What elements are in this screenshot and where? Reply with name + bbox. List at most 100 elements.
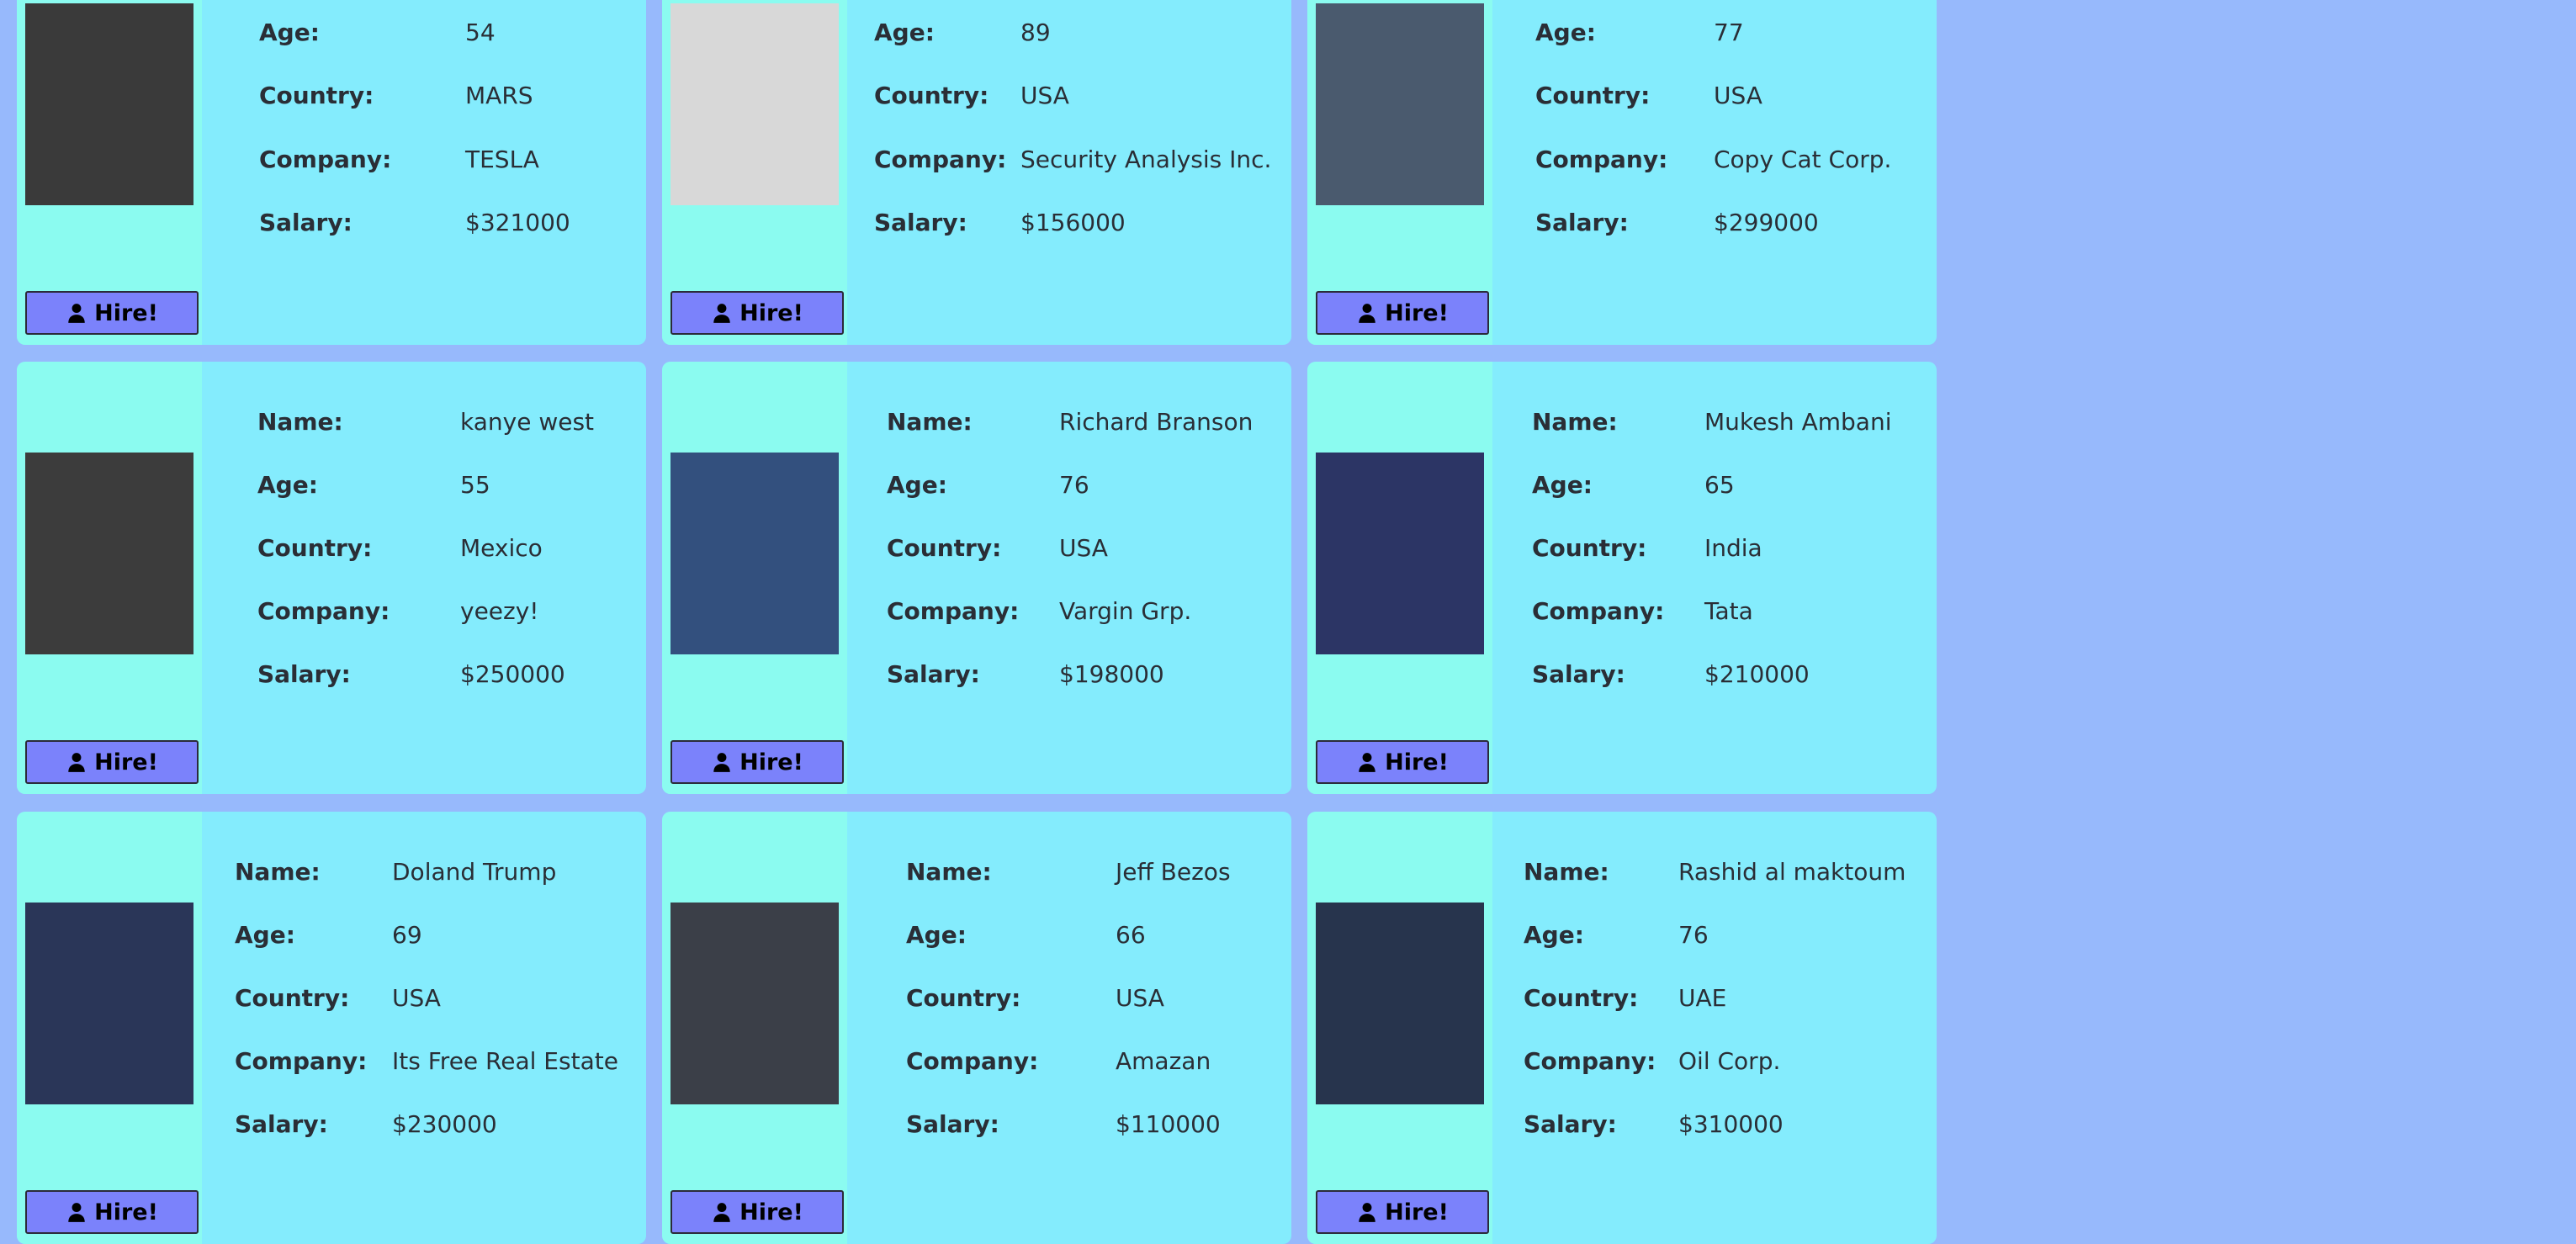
hire-button-label: Hire!	[739, 299, 803, 326]
country-label: Country:	[874, 82, 989, 109]
hire-button[interactable]: Hire!	[25, 740, 199, 784]
company-value: TESLA	[465, 146, 539, 173]
country-label: Country:	[259, 82, 374, 109]
name-label: Name:	[235, 858, 321, 886]
user-icon	[1359, 304, 1375, 323]
name-value: Rashid al maktoum	[1678, 858, 1906, 886]
photo-panel: Hire!	[1307, 362, 1492, 794]
company-value: Copy Cat Corp.	[1714, 146, 1892, 173]
age-value: 54	[465, 19, 496, 46]
salary-value: $321000	[465, 209, 570, 236]
age-value: 65	[1704, 471, 1735, 499]
country-label: Country:	[887, 534, 1002, 562]
salary-label: Salary:	[1532, 660, 1625, 688]
age-value: 66	[1116, 921, 1146, 949]
age-label: Age:	[257, 471, 318, 499]
employee-card: Hire! Name: kanye west Age: 55 Country: Mex…	[17, 362, 646, 794]
user-icon	[713, 753, 730, 772]
country-value: India	[1704, 534, 1762, 562]
age-value: 77	[1714, 19, 1744, 46]
hire-button-label: Hire!	[1385, 1199, 1449, 1225]
employee-photo	[671, 453, 839, 654]
country-value: USA	[1116, 984, 1164, 1012]
name-label: Name:	[1524, 858, 1609, 886]
hire-button[interactable]: Hire!	[25, 1190, 199, 1234]
hire-button[interactable]: Hire!	[1316, 291, 1489, 335]
salary-label: Salary:	[235, 1110, 328, 1138]
user-icon	[1359, 1203, 1375, 1222]
company-label: Company:	[1532, 597, 1665, 625]
country-label: Country:	[1524, 984, 1639, 1012]
salary-label: Salary:	[887, 660, 980, 688]
hire-button-label: Hire!	[94, 299, 158, 326]
country-label: Country:	[1532, 534, 1647, 562]
hire-button-label: Hire!	[94, 1199, 158, 1225]
country-value: USA	[392, 984, 441, 1012]
salary-label: Salary:	[259, 209, 352, 236]
photo-panel: Hire!	[17, 362, 202, 794]
salary-value: $110000	[1116, 1110, 1221, 1138]
company-label: Company:	[259, 146, 392, 173]
salary-label: Salary:	[874, 209, 967, 236]
hire-button-label: Hire!	[739, 1199, 803, 1225]
employee-photo	[25, 453, 193, 654]
photo-panel: Hire!	[17, 812, 202, 1244]
age-label: Age:	[906, 921, 967, 949]
age-label: Age:	[259, 19, 320, 46]
company-value: Vargin Grp.	[1059, 597, 1192, 625]
salary-label: Salary:	[257, 660, 351, 688]
hire-button[interactable]: Hire!	[1316, 740, 1489, 784]
age-label: Age:	[887, 471, 947, 499]
hire-button[interactable]: Hire!	[671, 1190, 844, 1234]
user-icon	[68, 1203, 85, 1222]
country-label: Country:	[906, 984, 1021, 1012]
salary-value: $299000	[1714, 209, 1819, 236]
country-value: Mexico	[460, 534, 543, 562]
hire-button[interactable]: Hire!	[1316, 1190, 1489, 1234]
photo-panel: Hire!	[662, 812, 847, 1244]
user-icon	[68, 753, 85, 772]
age-label: Age:	[874, 19, 935, 46]
name-label: Name:	[1532, 408, 1618, 436]
country-value: USA	[1714, 82, 1762, 109]
salary-value: $198000	[1059, 660, 1164, 688]
hire-button[interactable]: Hire!	[671, 740, 844, 784]
country-value: USA	[1020, 82, 1069, 109]
hire-button[interactable]: Hire!	[25, 291, 199, 335]
company-value: Security Analysis Inc.	[1020, 146, 1272, 173]
employee-photo	[25, 903, 193, 1104]
country-value: MARS	[465, 82, 533, 109]
company-label: Company:	[235, 1047, 368, 1075]
name-value: Doland Trump	[392, 858, 557, 886]
employee-photo	[1316, 903, 1484, 1104]
age-label: Age:	[1532, 471, 1593, 499]
country-label: Country:	[1535, 82, 1651, 109]
hire-button-label: Hire!	[1385, 299, 1449, 326]
photo-panel: Hire!	[662, 0, 847, 345]
age-value: 76	[1059, 471, 1089, 499]
company-value: Tata	[1704, 597, 1753, 625]
salary-value: $310000	[1678, 1110, 1784, 1138]
name-label: Name:	[257, 408, 343, 436]
hire-button-label: Hire!	[739, 749, 803, 776]
company-label: Company:	[1524, 1047, 1656, 1075]
country-label: Country:	[257, 534, 373, 562]
name-value: Mukesh Ambani	[1704, 408, 1892, 436]
employee-card: Hire! Age: 54 Country: MARS Company: TESLA …	[17, 0, 646, 345]
user-icon	[713, 1203, 730, 1222]
salary-label: Salary:	[1535, 209, 1629, 236]
employee-photo	[671, 3, 839, 205]
hire-button[interactable]: Hire!	[671, 291, 844, 335]
country-label: Country:	[235, 984, 350, 1012]
employee-card: Hire! Name: Rashid al maktoum Age: 76 Coun…	[1307, 812, 1937, 1244]
employee-card: Hire! Name: Doland Trump Age: 69 Country: U…	[17, 812, 646, 1244]
age-value: 69	[392, 921, 422, 949]
hire-button-label: Hire!	[94, 749, 158, 776]
employee-card: Hire! Name: Richard Branson Age: 76 Countr…	[662, 362, 1291, 794]
employee-photo	[1316, 453, 1484, 654]
age-value: 89	[1020, 19, 1051, 46]
salary-value: $210000	[1704, 660, 1810, 688]
company-value: yeezy!	[460, 597, 539, 625]
user-icon	[68, 304, 85, 323]
employee-photo	[1316, 3, 1484, 205]
